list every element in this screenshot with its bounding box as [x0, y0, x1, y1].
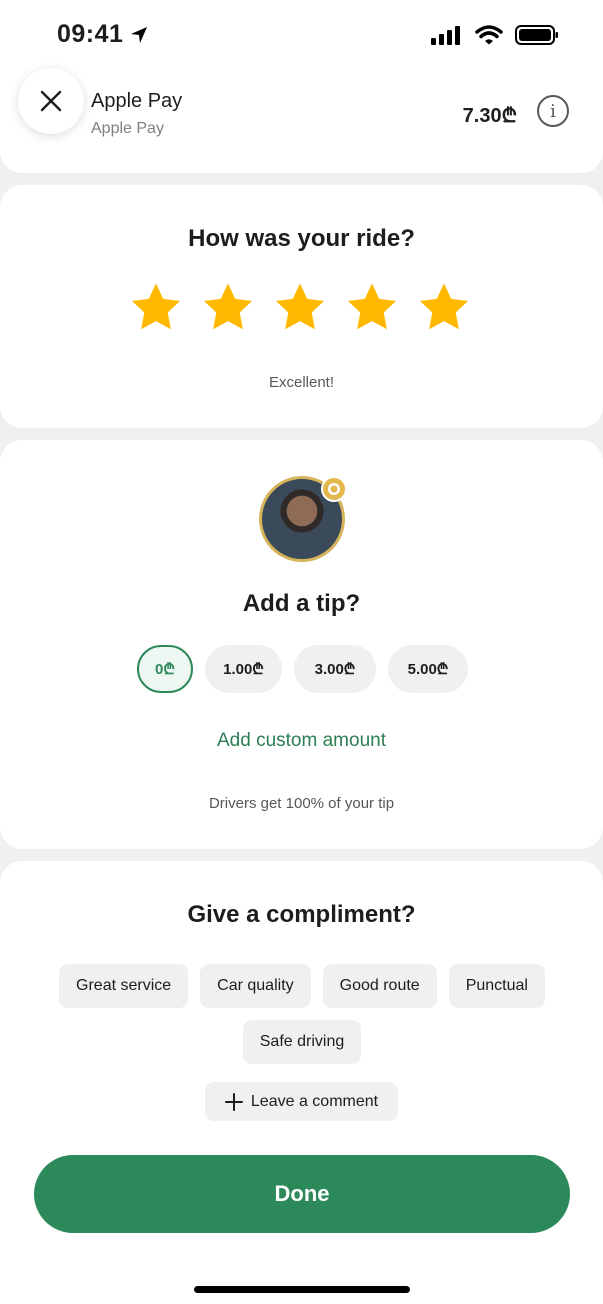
rating-card: How was your ride? Excellent!: [0, 185, 603, 428]
tip-card: Add a tip? 0₾ 1.00₾ 3.00₾ 5.00₾ Add cust…: [0, 440, 603, 849]
rating-label: Excellent!: [268, 374, 335, 391]
compliment-chips: Great service Car quality Good route Pun…: [54, 964, 550, 1064]
star-icon-4[interactable]: [344, 280, 400, 336]
chip-punctual[interactable]: Punctual: [448, 964, 545, 1008]
star-icon-2[interactable]: [200, 280, 256, 336]
home-indicator: [194, 1286, 410, 1293]
status-time: 09:41: [57, 20, 149, 49]
plus-icon: [224, 1092, 243, 1111]
rating-title: How was your ride?: [188, 225, 415, 252]
chip-car-quality[interactable]: Car quality: [200, 964, 311, 1008]
compliment-title: Give a compliment?: [187, 901, 416, 928]
battery-icon: [515, 25, 558, 45]
tip-options: 0₾ 1.00₾ 3.00₾ 5.00₾: [137, 645, 468, 693]
tip-note: Drivers get 100% of your tip: [208, 795, 395, 812]
chip-great-service[interactable]: Great service: [59, 964, 189, 1008]
payment-method-subtitle: Apple Pay: [91, 120, 164, 137]
done-button[interactable]: Done: [34, 1155, 570, 1233]
status-icons: [431, 24, 559, 46]
leave-comment-label: Leave a comment: [250, 1092, 379, 1110]
star-icon-1[interactable]: [128, 280, 184, 336]
tip-title: Add a tip?: [242, 590, 361, 617]
info-button[interactable]: i: [537, 95, 569, 127]
signal-icon: [431, 26, 460, 45]
tip-option-1[interactable]: 1.00₾: [205, 645, 282, 693]
compliment-card: Give a compliment? Great service Car qua…: [0, 861, 603, 1304]
add-custom-amount-link[interactable]: Add custom amount: [0, 730, 603, 752]
close-icon: [40, 90, 62, 112]
star-rating: [128, 280, 472, 336]
info-icon: i: [550, 100, 556, 122]
chip-safe-driving[interactable]: Safe driving: [242, 1020, 362, 1064]
driver-avatar-wrap: [259, 476, 347, 562]
payment-method-title: Apple Pay: [91, 90, 183, 112]
leave-comment-button[interactable]: Leave a comment: [205, 1082, 398, 1121]
ride-amount: 7.30₾: [462, 105, 517, 127]
header-card: 09:41 Apple Pay Apple Pay 7.30₾ i: [0, 0, 603, 173]
tip-option-0[interactable]: 0₾: [137, 645, 193, 693]
close-button[interactable]: [18, 68, 84, 134]
tip-option-5[interactable]: 5.00₾: [388, 645, 468, 693]
location-arrow-icon: [131, 26, 148, 43]
status-time-text: 09:41: [57, 20, 124, 48]
driver-badge-icon: [321, 476, 347, 502]
tip-option-3[interactable]: 3.00₾: [294, 645, 376, 693]
star-icon-3[interactable]: [272, 280, 328, 336]
star-icon-5[interactable]: [416, 280, 472, 336]
wifi-icon: [475, 25, 503, 45]
chip-good-route[interactable]: Good route: [322, 964, 437, 1008]
